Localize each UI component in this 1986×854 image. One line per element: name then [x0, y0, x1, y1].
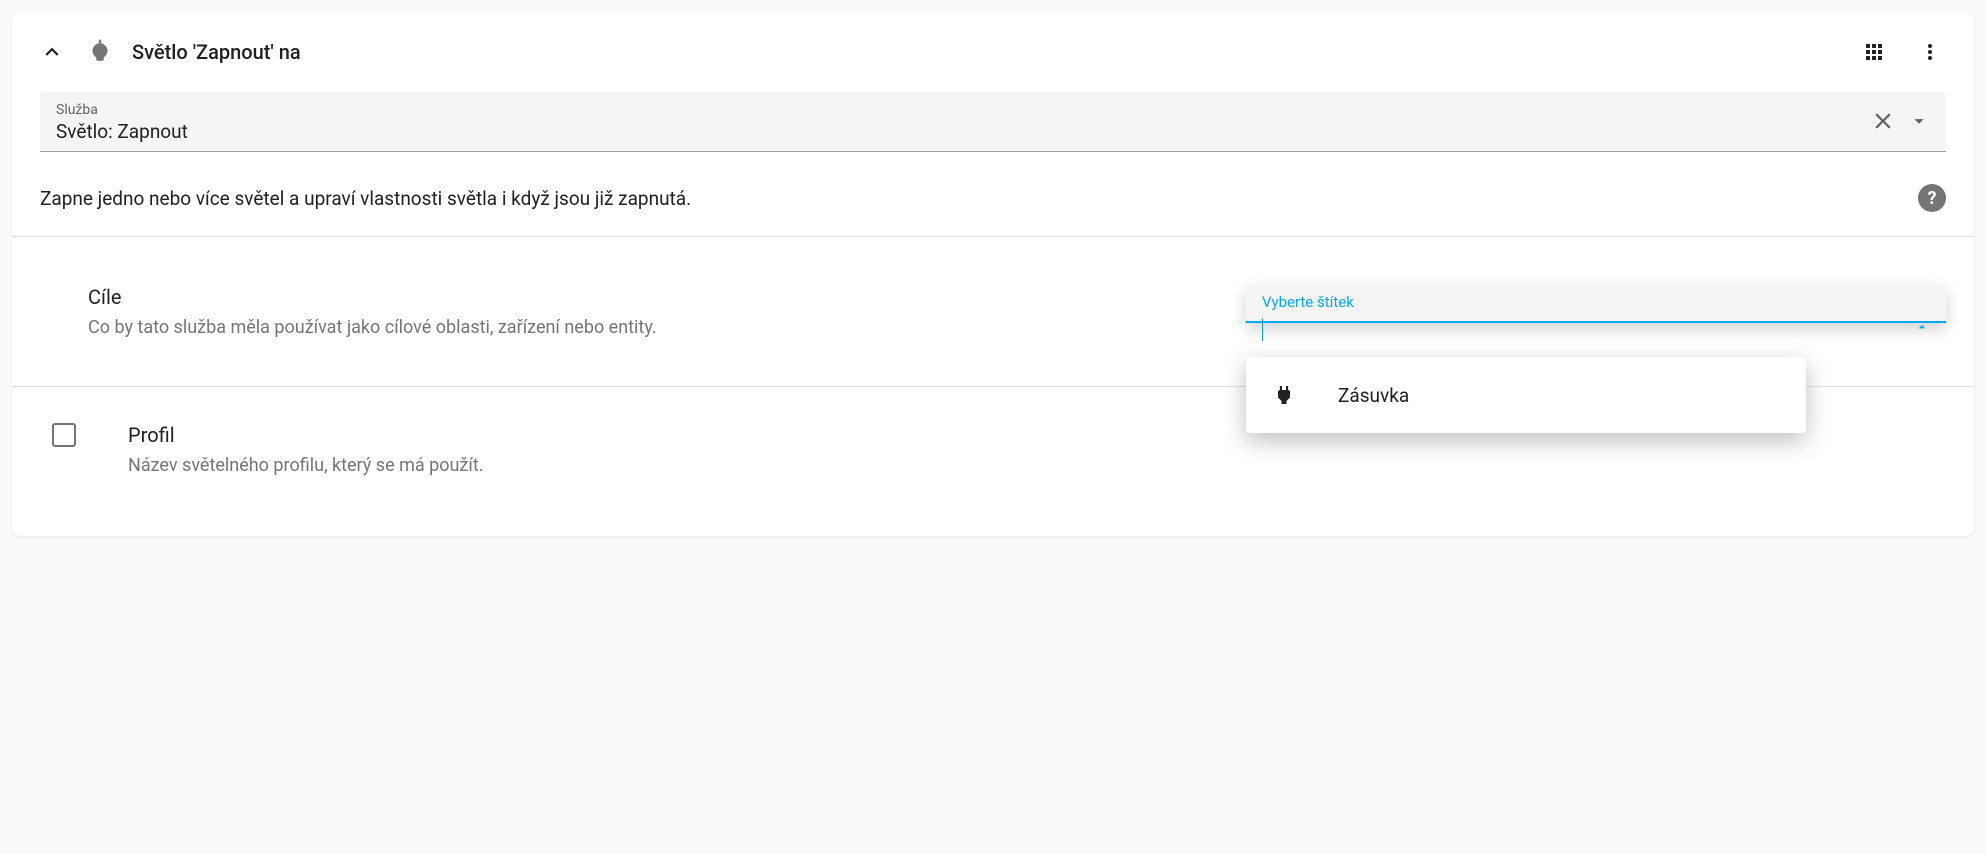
power-plug-icon — [1270, 383, 1298, 407]
profile-subtitle: Název světelného profilu, který se má po… — [128, 455, 1206, 476]
targets-title: Cíle — [88, 285, 1206, 309]
collapse-button[interactable] — [32, 32, 72, 72]
card-header: Světlo 'Zapnout' na — [12, 12, 1974, 92]
service-field-value: Světlo: Zapnout — [56, 120, 1870, 143]
header-actions — [1850, 28, 1954, 76]
targets-row: Cíle Co by tato služba měla používat jak… — [12, 237, 1974, 386]
apps-button[interactable] — [1850, 28, 1898, 76]
clear-service-icon[interactable] — [1870, 108, 1896, 138]
dropdown-service-icon[interactable] — [1908, 110, 1930, 136]
service-select[interactable]: Služba Světlo: Zapnout — [40, 92, 1946, 152]
more-button[interactable] — [1906, 28, 1954, 76]
dropdown-item-label: Zásuvka — [1338, 384, 1409, 407]
targets-subtitle: Co by tato služba měla používat jako cíl… — [88, 317, 1206, 338]
dropdown-collapse-icon[interactable] — [1914, 319, 1930, 339]
dropdown-item-zasuvka[interactable]: Zásuvka — [1246, 365, 1806, 425]
lightbulb-icon — [80, 32, 120, 72]
action-card: Světlo 'Zapnout' na Služba Světlo: Zapno… — [12, 12, 1974, 536]
text-caret — [1262, 319, 1263, 341]
card-title: Světlo 'Zapnout' na — [132, 40, 1850, 64]
service-description: Zapne jedno nebo více světel a upraví vl… — [40, 187, 1902, 210]
target-combobox[interactable]: Vyberte štítek Zásuvka — [1246, 285, 1946, 323]
profile-checkbox[interactable] — [52, 423, 76, 447]
target-input-label: Vyberte štítek — [1262, 293, 1354, 311]
help-icon[interactable]: ? — [1918, 184, 1946, 212]
profile-title: Profil — [128, 423, 1206, 447]
target-dropdown: Zásuvka — [1246, 357, 1806, 433]
description-section: Zapne jedno nebo více světel a upraví vl… — [12, 172, 1974, 236]
service-field-label: Služba — [56, 102, 1870, 118]
service-section: Služba Světlo: Zapnout — [12, 92, 1974, 172]
